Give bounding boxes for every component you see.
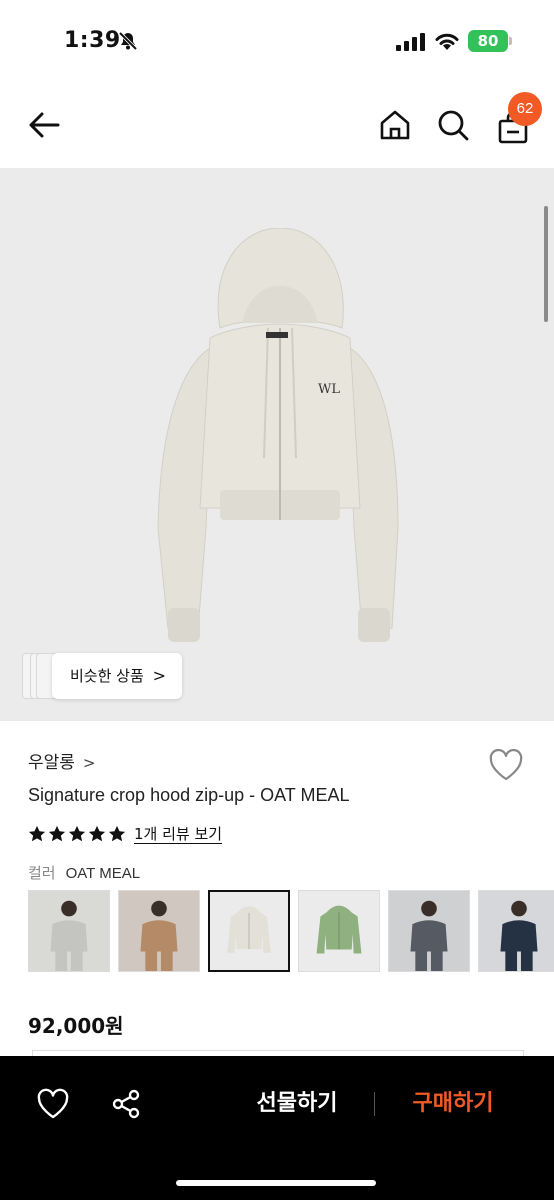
buy-button[interactable]: 구매하기 [394, 1082, 512, 1126]
image-scrollbar[interactable] [544, 206, 548, 322]
search-icon[interactable] [436, 108, 470, 142]
color-value: OAT MEAL [65, 865, 141, 882]
svg-text:WL: WL [318, 382, 340, 397]
color-swatch-navy-model[interactable] [478, 890, 554, 972]
home-indicator[interactable] [176, 1180, 376, 1186]
cart-count-badge: 62 [508, 92, 542, 126]
color-swatch-row [28, 890, 554, 972]
wifi-icon [434, 31, 460, 51]
gift-button[interactable]: 선물하기 [238, 1082, 356, 1126]
color-swatch-oat-meal[interactable] [208, 890, 290, 972]
status-time: 1:39 [64, 28, 121, 53]
star-icon [28, 825, 46, 842]
home-icon[interactable] [378, 108, 412, 142]
brand-name: 우알롱 [28, 753, 75, 773]
share-icon[interactable] [110, 1088, 142, 1120]
back-arrow-icon[interactable] [26, 106, 64, 144]
bottom-action-bar: 선물하기 구매하기 [0, 1056, 554, 1200]
cellular-signal-icon [396, 33, 426, 51]
star-icon [48, 825, 66, 842]
heart-icon[interactable] [36, 1088, 70, 1120]
brand-link[interactable]: 우알롱 > [28, 748, 96, 773]
color-swatch-grey-set-model[interactable] [28, 890, 110, 972]
similar-products-label: 비슷한 상품 [70, 667, 144, 685]
wishlist-heart-icon[interactable] [488, 748, 524, 782]
divider [374, 1092, 375, 1116]
product-price: 92,000원 [28, 1014, 124, 1038]
product-image[interactable]: WL 비슷한 상품 > [0, 168, 554, 721]
similar-products-button[interactable]: 비슷한 상품 > [52, 653, 182, 699]
star-rating [28, 825, 126, 843]
star-icon [68, 825, 86, 842]
color-swatch-charcoal-model[interactable] [388, 890, 470, 972]
color-label: 컬러 [28, 864, 56, 882]
bell-slash-icon [118, 31, 138, 51]
color-swatch-brown-set-model[interactable] [118, 890, 200, 972]
chevron-right-icon: > [152, 666, 166, 685]
star-icon [88, 825, 106, 842]
nav-header [0, 80, 554, 168]
review-link[interactable]: 1개 리뷰 보기 [134, 825, 223, 844]
battery-indicator: 80 [468, 30, 508, 52]
color-row: 컬러 OAT MEAL [28, 862, 140, 883]
color-swatch-green[interactable] [298, 890, 380, 972]
status-bar: 1:39 80 [0, 0, 554, 80]
star-icon [108, 825, 126, 842]
hoodie-image: WL [157, 228, 399, 642]
battery-tip [509, 37, 512, 45]
product-title: Signature crop hood zip-up - OAT MEAL [28, 785, 350, 805]
rating-row: 1개 리뷰 보기 [28, 822, 223, 846]
chevron-right-icon: > [82, 754, 96, 772]
